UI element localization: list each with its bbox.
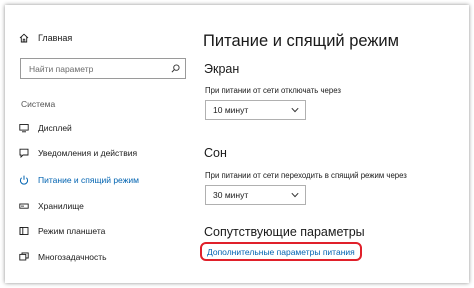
sidebar-item-label: Хранилище [38,201,84,211]
search-placeholder: Найти параметр [29,63,94,74]
chevron-down-icon [291,192,299,198]
sidebar-item-label: Многозадачность [38,252,107,262]
search-icon[interactable] [171,64,180,73]
settings-window: Главная Найти параметр Система Дисплей У… [5,5,469,283]
sidebar-item-storage[interactable]: Хранилище [19,201,84,211]
power-icon [19,175,29,185]
sidebar-item-power[interactable]: Питание и спящий режим [19,175,139,185]
related-settings-heading: Сопутствующие параметры [204,225,365,239]
main-content: Питание и спящий режим Экран При питании… [200,5,469,283]
screen-heading: Экран [204,62,240,76]
home-label: Главная [38,33,73,43]
storage-icon [19,203,29,209]
sleep-timeout-dropdown[interactable]: 30 минут [205,185,306,205]
multitasking-icon [19,252,29,261]
sidebar-item-tablet-mode[interactable]: Режим планшета [19,226,105,236]
sidebar-item-display[interactable]: Дисплей [19,123,72,133]
notification-icon [19,148,29,158]
section-title: Система [21,99,56,109]
additional-power-settings-link[interactable]: Дополнительные параметры питания [207,247,355,257]
screen-timeout-value: 10 минут [213,105,249,115]
home-link[interactable]: Главная [19,33,72,43]
monitor-icon [19,124,29,133]
sidebar-item-label: Дисплей [38,123,72,133]
home-icon [19,33,29,43]
sidebar-item-notifications[interactable]: Уведомления и действия [19,148,137,158]
additional-power-settings-highlight[interactable]: Дополнительные параметры питания [200,242,362,261]
sidebar-item-label: Уведомления и действия [38,148,138,158]
screen-timeout-dropdown[interactable]: 10 минут [205,100,306,120]
sidebar: Главная Найти параметр Система Дисплей У… [5,5,190,283]
search-input[interactable]: Найти параметр [20,58,186,79]
sidebar-item-label: Питание и спящий режим [38,175,139,185]
screen-timeout-label: При питании от сети отключать через [205,86,341,95]
page-title: Питание и спящий режим [203,32,399,50]
sidebar-item-label: Режим планшета [38,226,106,236]
tablet-icon [19,227,29,235]
sleep-timeout-label: При питании от сети переходить в спящий … [205,171,407,180]
sleep-heading: Сон [204,146,227,160]
sidebar-item-multitasking[interactable]: Многозадачность [19,252,107,262]
sleep-timeout-value: 30 минут [213,190,249,200]
chevron-down-icon [291,107,299,113]
